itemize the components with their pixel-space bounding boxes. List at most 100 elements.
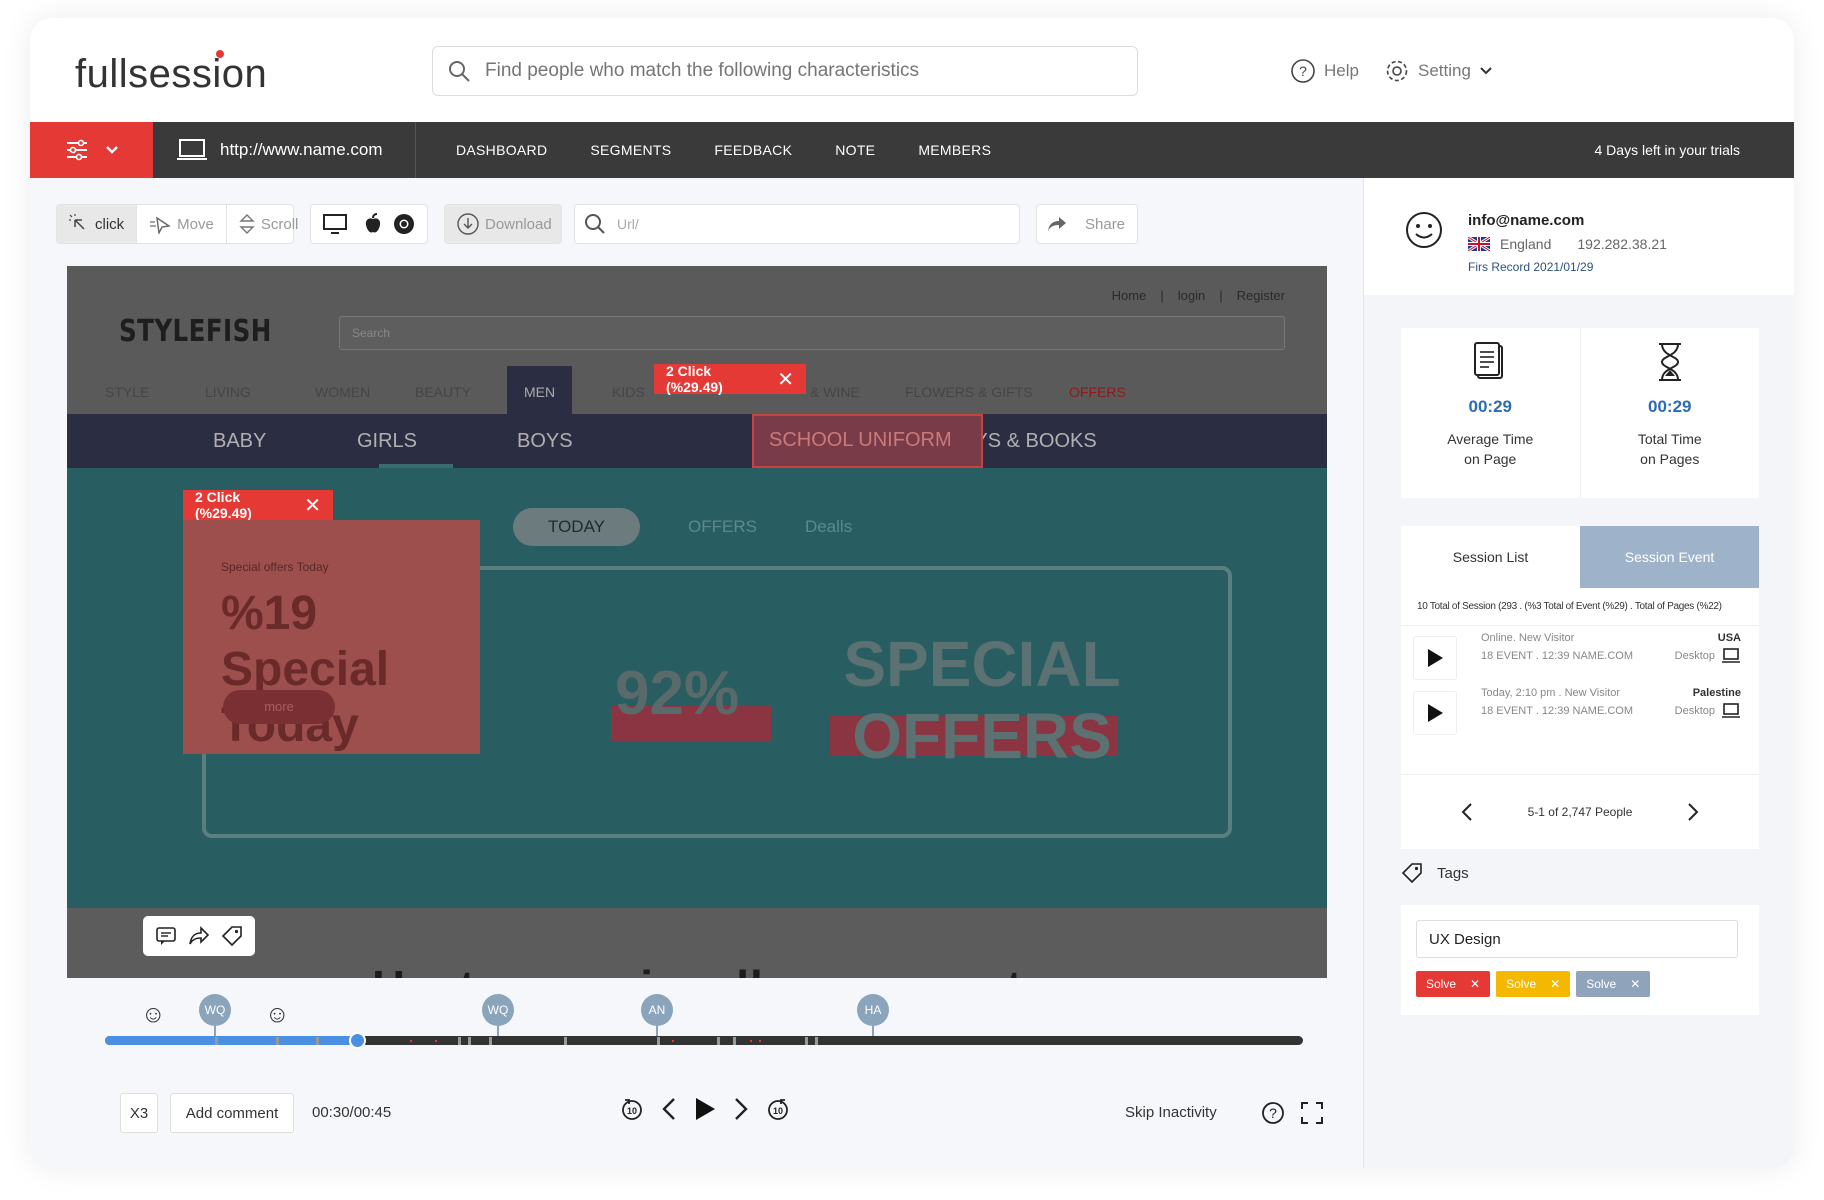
add-comment-button[interactable]: Add comment [170, 1093, 294, 1133]
help-icon[interactable]: ? [1261, 1101, 1285, 1125]
offer-percentage: 92% [615, 659, 740, 728]
top-bar: fullsession ? Help Setting [30, 18, 1794, 122]
hourglass-icon [1658, 343, 1681, 381]
heat-badge[interactable]: 2 Click (%29.49) ✕ [654, 363, 806, 395]
play-session-button[interactable] [1413, 636, 1457, 680]
tag-icon[interactable] [221, 926, 243, 946]
document-icon [1474, 342, 1504, 379]
smiley-icon[interactable]: ☺ [141, 1001, 166, 1029]
close-icon[interactable]: ✕ [1470, 977, 1480, 991]
chevron-left-icon[interactable] [1461, 802, 1473, 822]
people-search-input[interactable] [485, 55, 1105, 87]
nav-dashboard[interactable]: DASHBOARD [456, 142, 547, 158]
download-button[interactable]: Download [444, 204, 562, 244]
visitor-email: info@name.com [1468, 212, 1585, 229]
apple-filter-button[interactable] [359, 205, 387, 243]
nav-feedback[interactable]: FEEDBACK [714, 142, 792, 158]
nav-note[interactable]: NOTE [835, 142, 875, 158]
uk-flag-icon [1468, 237, 1490, 251]
laptop-icon [1722, 648, 1740, 663]
close-icon[interactable]: ✕ [304, 493, 321, 518]
close-icon[interactable]: ✕ [1550, 977, 1560, 991]
comment-icon[interactable] [155, 926, 177, 946]
tab-session-list[interactable]: Session List [1401, 526, 1580, 588]
site-lower-section: Heatmaps visually represent [67, 908, 1327, 978]
device-filter-group [310, 204, 428, 244]
time-stats: 00:29 Average Time on Page 00:29 Total Ti… [1401, 328, 1759, 498]
smiley-icon[interactable]: ☺ [265, 1001, 290, 1029]
previous-icon[interactable] [662, 1097, 676, 1121]
speed-button[interactable]: X3 [120, 1093, 158, 1133]
url-filter[interactable]: Url/ [574, 204, 1020, 244]
side-panel: info@name.com England 192.282.38.21 Firs… [1363, 178, 1794, 1168]
nav-links: DASHBOARD SEGMENTS FEEDBACK NOTE MEMBERS [456, 142, 991, 158]
timeline-event-dot [750, 1040, 752, 1042]
tags-card: UX Design Solve ✕ Solve ✕ Solve ✕ [1401, 905, 1759, 1015]
site-header-links: Home | login | Register [1111, 288, 1285, 303]
logo: fullsession [75, 50, 268, 96]
timeline-tick [805, 1037, 808, 1045]
timeline-marker[interactable]: AN [641, 994, 673, 1039]
site-search: Search [339, 316, 1285, 350]
timeline-scrubber[interactable] [349, 1032, 366, 1049]
desktop-filter-button[interactable] [311, 205, 359, 243]
playback-time: 00:30/00:45 [312, 1104, 392, 1121]
timeline-marker[interactable]: WQ [482, 994, 514, 1039]
filter-menu-button[interactable] [30, 122, 153, 178]
total-time-stat: 00:29 Total Time on Pages [1579, 328, 1760, 498]
annotation-tools [143, 916, 255, 956]
tag-input[interactable]: UX Design [1416, 920, 1738, 958]
site-url[interactable]: http://www.name.com [176, 138, 383, 162]
tag-chip[interactable]: Solve ✕ [1416, 971, 1491, 997]
move-icon [150, 216, 172, 234]
next-icon[interactable] [734, 1097, 748, 1121]
close-icon[interactable]: ✕ [1630, 977, 1640, 991]
timeline-marker[interactable]: HA [857, 994, 889, 1039]
nav-segments[interactable]: SEGMENTS [590, 142, 671, 158]
tab-session-event[interactable]: Session Event [1580, 526, 1759, 588]
player-controls: X3 Add comment 00:30/00:45 10 10 Skip In… [30, 1093, 1363, 1133]
scroll-mode-button[interactable]: Scroll [225, 205, 311, 243]
fullscreen-icon[interactable] [1300, 1101, 1324, 1125]
skip-inactivity-toggle[interactable]: Skip Inactivity [1125, 1104, 1217, 1121]
move-mode-button[interactable]: Move [136, 205, 226, 243]
nav-members[interactable]: MEMBERS [918, 142, 991, 158]
help-link[interactable]: ? Help [1290, 58, 1359, 84]
app-window: fullsession ? Help Setting http://www.na… [30, 18, 1794, 1168]
play-session-button[interactable] [1413, 691, 1457, 735]
visitor-ip: 192.282.38.21 [1577, 236, 1667, 252]
timeline-marker[interactable]: WQ [199, 994, 231, 1039]
chevron-down-icon [1480, 67, 1492, 75]
chevron-right-icon[interactable] [1687, 802, 1699, 822]
timeline-tick [316, 1037, 319, 1045]
share-icon[interactable] [188, 926, 210, 946]
share-icon [1048, 217, 1066, 231]
svg-text:?: ? [1299, 63, 1307, 79]
heat-badge[interactable]: 2 Click (%29.49) ✕ [183, 489, 333, 521]
tag-chip[interactable]: Solve ✕ [1496, 971, 1571, 997]
forward-10-icon[interactable]: 10 [766, 1097, 790, 1121]
close-icon[interactable]: ✕ [777, 367, 794, 392]
session-row[interactable]: Today, 2:10 pm . New Visitor 18 EVENT . … [1401, 681, 1759, 736]
tag-chip[interactable]: Solve ✕ [1576, 971, 1651, 997]
chrome-filter-button[interactable] [387, 205, 421, 243]
session-row[interactable]: Online. New Visitor 18 EVENT . 12:39 NAM… [1401, 626, 1759, 681]
share-button[interactable]: Share [1036, 204, 1138, 244]
people-search[interactable] [432, 46, 1138, 96]
timeline-tick [717, 1037, 720, 1045]
site-heading: Heatmaps visually represent [372, 960, 1023, 978]
timeline[interactable]: ☺ ☺ WQ WQ AN HA [105, 994, 1303, 1049]
setting-menu[interactable]: Setting [1384, 58, 1493, 84]
session-replay-viewport[interactable]: Home | login | Register STYLEFISH Search… [67, 266, 1327, 978]
replay-panel: click Move Scroll Download Url/ Share Ho… [30, 178, 1363, 1168]
timeline-tick [564, 1037, 567, 1045]
click-mode-button[interactable]: click [57, 205, 137, 243]
avatar-smiley-icon [1406, 212, 1442, 248]
timeline-progress [105, 1036, 357, 1045]
play-icon[interactable] [694, 1097, 716, 1121]
average-time-stat: 00:29 Average Time on Page [1401, 328, 1580, 498]
timeline-tick [215, 1037, 218, 1045]
site-brand: STYLEFISH [119, 314, 272, 349]
timeline-tick [733, 1037, 736, 1045]
rewind-10-icon[interactable]: 10 [620, 1097, 644, 1121]
